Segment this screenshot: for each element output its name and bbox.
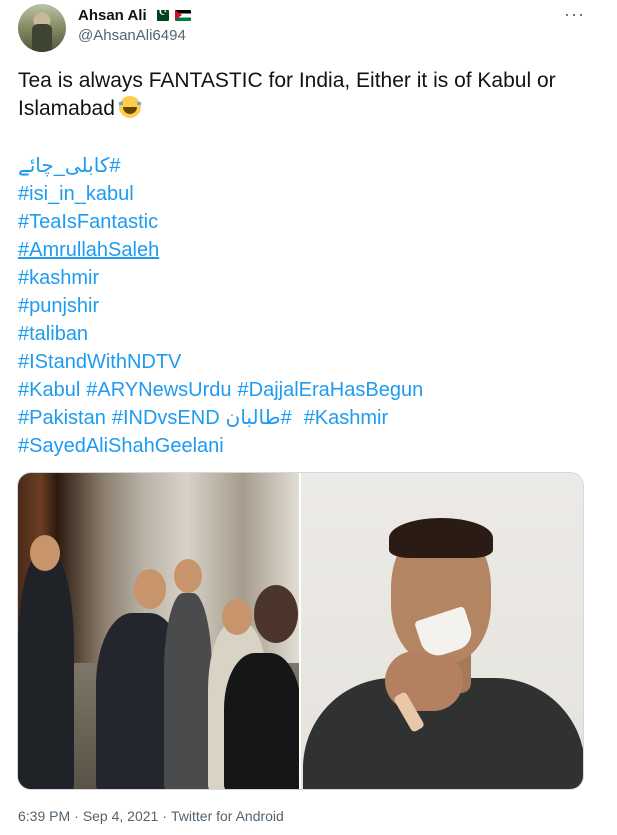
hashtag-kabul[interactable]: #Kabul [18,379,80,401]
hashtag-line: #isi_in_kabul [18,180,423,208]
tweet-source[interactable]: Twitter for Android [171,808,284,824]
avatar[interactable] [18,4,66,52]
hashtag-dajjal-era-has-begun[interactable]: #DajjalEraHasBegun [238,379,424,401]
hashtag-line: #kashmir [18,264,423,292]
tweet-time[interactable]: 6:39 PM [18,808,70,824]
hashtag-kashmir-lower[interactable]: #kashmir [18,267,99,289]
hashtag-line: #Pakistan #INDvsEND #طالبان #Kashmir [18,404,423,432]
photo-hair [389,518,493,558]
tweet: Ahsan Ali @AhsanAli6494 ··· Tea is alway… [0,0,617,835]
meta-separator: · [162,808,167,824]
face-with-tears-of-joy-icon [118,96,141,118]
hashtag-list: #کابلی_چائے #isi_in_kabul #TeaIsFantasti… [18,152,423,460]
hashtag-arynewsurdu[interactable]: #ARYNewsUrdu [86,379,231,401]
man-drinking-tea-photo[interactable] [301,473,583,789]
tweet-date[interactable]: Sep 4, 2021 [83,808,159,824]
meta-separator: · [74,808,79,824]
hashtag-line: #punjshir [18,292,423,320]
avatar-figure [32,24,52,52]
more-options-icon[interactable]: ··· [564,4,585,25]
tweet-body: Tea is always FANTASTIC for India, Eithe… [18,69,556,120]
hashtag-line: #IStandWithNDTV [18,348,423,376]
hashtag-tea-is-fantastic[interactable]: #TeaIsFantastic [18,211,158,233]
hashtag-line: #taliban [18,320,423,348]
user-handle[interactable]: @AhsanAli6494 [78,27,186,44]
hashtag-sayed-ali-shah-geelani[interactable]: #SayedAliShahGeelani [18,435,224,457]
hashtag-kashmir[interactable]: #Kashmir [304,407,388,429]
tweet-text: Tea is always FANTASTIC for India, Eithe… [18,67,603,123]
pakistan-flag-icon [152,10,169,21]
hashtag-taliban[interactable]: #taliban [18,323,88,345]
media-grid [17,472,584,790]
hashtag-line: #Kabul #ARYNewsUrdu #DajjalEraHasBegun [18,376,423,404]
person-head [174,559,202,593]
person-figure [224,653,299,789]
hashtag-punjshir[interactable]: #punjshir [18,295,99,317]
hashtag-pakistan[interactable]: #Pakistan [18,407,106,429]
person-figure [18,553,74,789]
tweet-meta: 6:39 PM · Sep 4, 2021 · Twitter for Andr… [18,808,284,824]
person-head [134,569,166,609]
palestine-flag-icon [174,10,191,21]
hashtag-line: #کابلی_چائے [18,152,423,180]
hashtag-taliban-urdu[interactable]: #طالبان [226,407,292,429]
person-head [30,535,60,571]
hashtag-indvsend[interactable]: #INDvsEND [112,407,220,429]
hashtag-line: #TeaIsFantastic [18,208,423,236]
hashtag-kabli-chai[interactable]: #کابلی_چائے [18,155,120,177]
person-head [222,599,252,635]
hashtag-line: #SayedAliShahGeelani [18,432,423,460]
person-head [254,585,298,643]
author-name-row: Ahsan Ali [78,7,191,24]
hashtag-isi-in-kabul[interactable]: #isi_in_kabul [18,183,134,205]
person-figure [164,593,212,789]
hashtag-istandwithndtv[interactable]: #IStandWithNDTV [18,351,181,373]
hashtag-amrullah-saleh[interactable]: #AmrullahSaleh [18,239,159,261]
hashtag-line: #AmrullahSaleh [18,236,423,264]
group-photo[interactable] [18,473,299,789]
display-name[interactable]: Ahsan Ali [78,7,147,24]
